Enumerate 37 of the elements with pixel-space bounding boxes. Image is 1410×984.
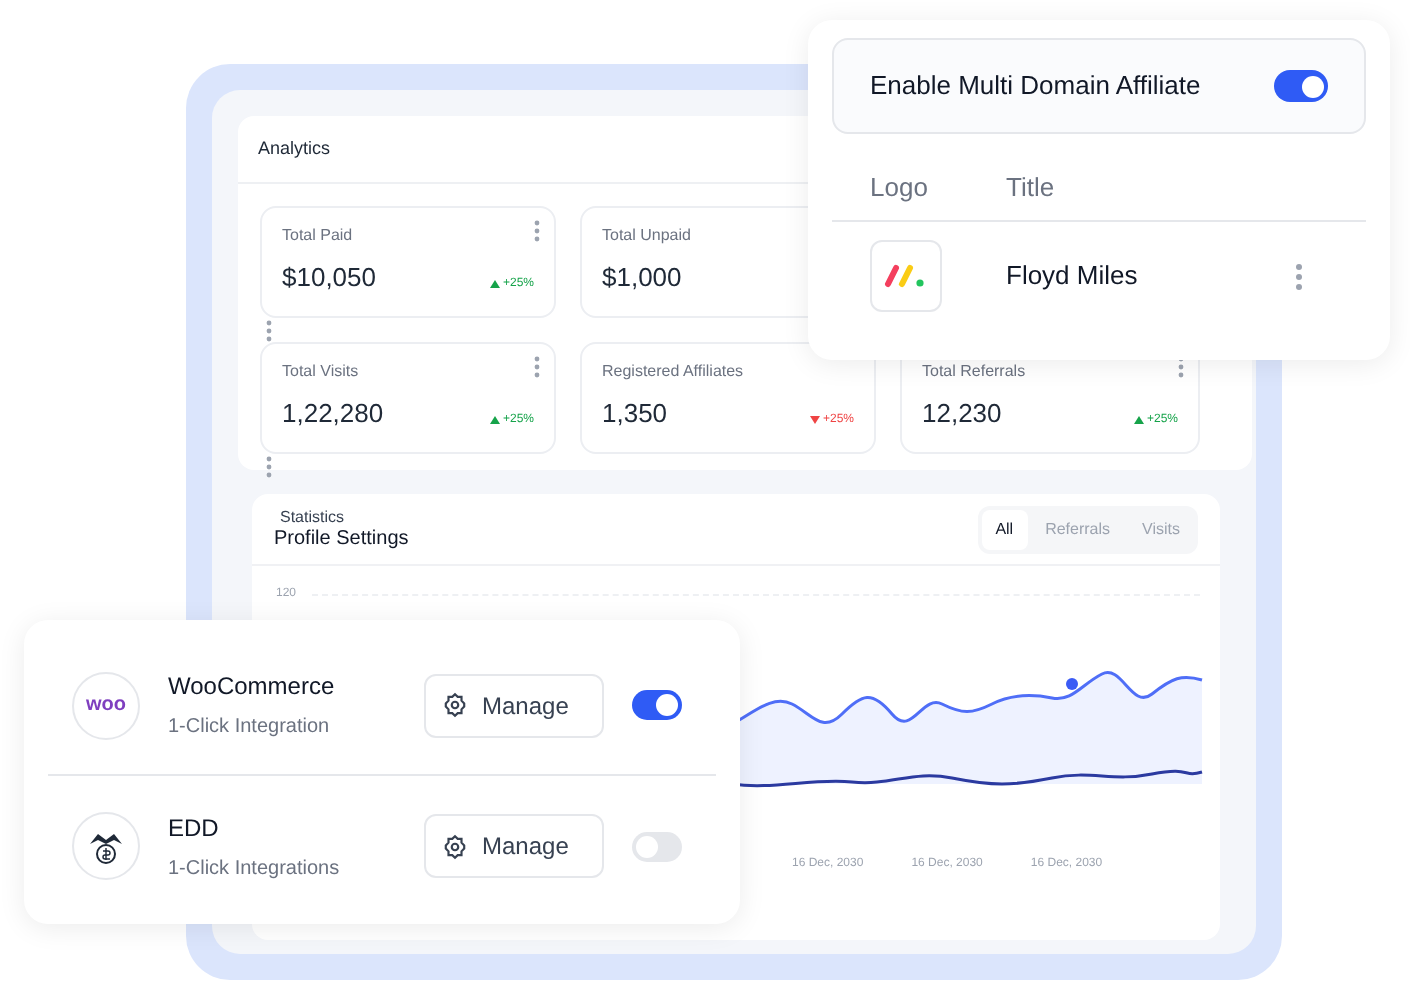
settings-icon [442, 833, 468, 859]
stat-value: 12,230 [922, 400, 1002, 426]
stat-value: $1,000 [602, 264, 682, 290]
kebab-icon [534, 220, 540, 242]
integration-subtitle: 1-Click Integrations [168, 855, 342, 883]
card-title: Analytics [258, 135, 331, 162]
logo-text: woo [86, 692, 126, 720]
settings-icon [442, 692, 468, 718]
kebab-icon [1295, 262, 1303, 290]
integration-name: WooCommerce [168, 670, 337, 704]
manage-button[interactable]: Manage [424, 814, 604, 878]
integration-name: EDD [168, 811, 221, 845]
toggle-switch[interactable] [1274, 70, 1328, 102]
column-header: Logo [868, 169, 930, 206]
stat-label: Total Paid [282, 228, 353, 244]
stat-value: 1,22,280 [282, 400, 384, 426]
stat-label: Total Unpaid [602, 228, 691, 244]
stat-label: Total Referrals [922, 364, 1026, 380]
kebab-icon [266, 320, 272, 342]
card-title: Statistics [280, 506, 345, 529]
row-title: Floyd Miles [1006, 258, 1140, 295]
stat-value: 1,350 [602, 400, 668, 426]
kebab-icon [534, 356, 540, 378]
integration-subtitle: 1-Click Integration [168, 714, 332, 742]
manage-button[interactable]: Manage [424, 673, 604, 737]
toggle-switch[interactable] [632, 690, 682, 720]
stat-label: Registered Affiliates [602, 364, 744, 380]
setting-label: Enable Multi Domain Affiliate [870, 68, 1201, 105]
stat-label: Total Visits [282, 364, 359, 380]
logo-icon [884, 264, 928, 288]
card-subtitle: Profile Settings [274, 526, 409, 554]
toggle-switch[interactable] [632, 831, 682, 861]
kebab-icon [266, 456, 272, 478]
chart-point [1066, 678, 1078, 690]
column-header: Title [1006, 169, 1055, 206]
chart-tab[interactable]: All [981, 509, 1028, 549]
stat-value: $10,050 [282, 264, 376, 290]
